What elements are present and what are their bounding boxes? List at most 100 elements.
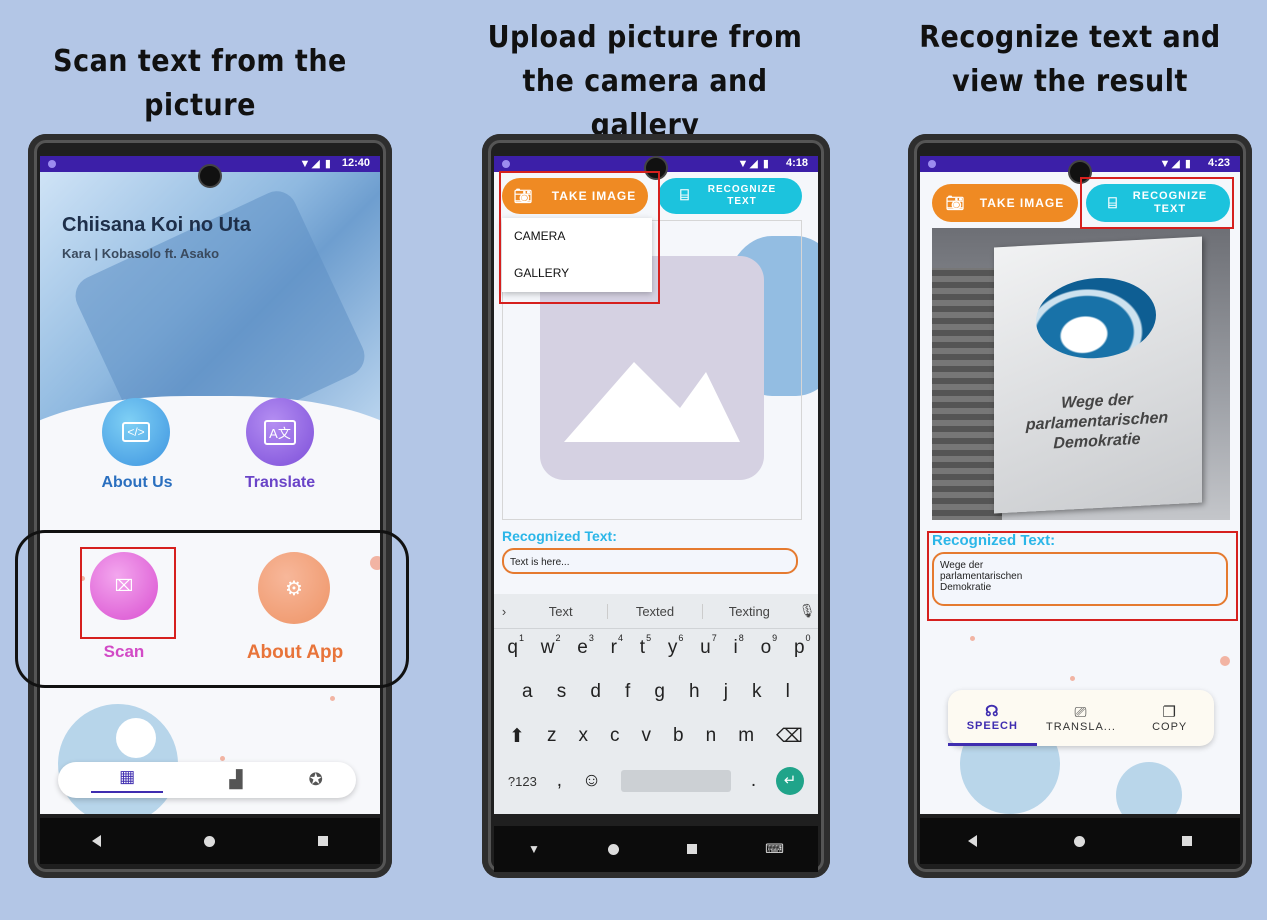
suggestion-2[interactable]: Texted <box>608 603 703 619</box>
result-screen: ▼◢ ▮ 4:23 📷︎ TAKE IMAGE ⌸ RECOGNIZE TEXT… <box>920 156 1240 814</box>
scan-frame-icon: ⌸ <box>679 187 690 204</box>
key[interactable]: a <box>522 681 533 715</box>
tower-background <box>932 268 1002 520</box>
recents-icon[interactable] <box>687 844 698 854</box>
translate-icon: A文 <box>264 419 296 445</box>
key[interactable]: k <box>752 681 762 715</box>
emoji-icon[interactable]: ☺ <box>582 770 601 792</box>
badge-icon[interactable]: ✪ <box>309 770 323 790</box>
home-icon[interactable] <box>608 843 619 855</box>
key-row-3: ⬆ z x c v b n m ⌫ <box>494 715 818 759</box>
translate-label[interactable]: Translate <box>230 474 330 492</box>
shift-icon[interactable]: ⬆ <box>509 725 525 759</box>
home-screen: ▼◢ ▮ 12:40 Chiisana Koi no Uta Kara | Ko… <box>40 156 380 814</box>
backspace-icon[interactable]: ⌫ <box>776 725 803 759</box>
period-key[interactable]: . <box>751 770 756 792</box>
blue-circle-decor <box>1116 762 1182 814</box>
space-bar[interactable] <box>621 770 732 792</box>
home-icon[interactable] <box>203 835 215 847</box>
tab-copy[interactable]: ❐ COPY <box>1125 690 1214 746</box>
back-icon[interactable] <box>968 835 978 847</box>
action-tab-bar: ☊ SPEECH ⎚ TRANSLA... ❐ COPY <box>948 690 1214 746</box>
translate-icon: ⎚ <box>1074 703 1088 721</box>
key[interactable]: 3e <box>577 633 594 671</box>
about-us-label[interactable]: About Us <box>90 474 184 492</box>
key[interactable]: 9o <box>761 633 778 671</box>
front-camera <box>198 164 222 188</box>
mic-icon[interactable]: 🎙︎ <box>796 603 818 619</box>
android-nav-bar <box>40 818 380 864</box>
collapse-keyboard-icon[interactable]: ▼ <box>528 842 540 856</box>
suggestion-strip: › Text Texted Texting 🎙︎ <box>494 594 818 629</box>
sign-board: Wege der parlamentarischen Demokratie <box>994 236 1202 514</box>
phone-home-screen: ▼◢ ▮ 12:40 Chiisana Koi no Uta Kara | Ko… <box>28 134 392 878</box>
key[interactable]: x <box>578 725 588 759</box>
key[interactable]: 1q <box>507 633 524 671</box>
recognized-text-label: Recognized Text: <box>502 528 617 544</box>
enter-icon[interactable]: ↵ <box>776 767 805 795</box>
key[interactable]: z <box>547 725 557 759</box>
expand-icon[interactable]: › <box>494 604 514 619</box>
recognized-result-highlight-box <box>927 531 1238 621</box>
key[interactable]: d <box>590 681 601 715</box>
caption-left: Scan text from the picture <box>53 44 347 123</box>
suggestion-1[interactable]: Text <box>514 603 609 619</box>
key[interactable]: b <box>673 725 684 759</box>
key[interactable]: v <box>641 725 651 759</box>
comma-key[interactable]: , <box>557 770 562 792</box>
recognize-text-highlight-box <box>1080 177 1234 229</box>
recognize-text-button[interactable]: ⌸ RECOGNIZE TEXT <box>658 178 802 214</box>
sign-text: Wege der parlamentarischen Demokratie <box>1025 391 1169 453</box>
key[interactable]: g <box>654 681 665 715</box>
android-nav-bar: ▼ ⌨ <box>494 826 818 872</box>
take-image-highlight-box <box>499 171 660 304</box>
caption-middle: Upload picture from the camera and galle… <box>487 20 803 143</box>
code-icon: </> <box>122 422 150 442</box>
key[interactable]: s <box>557 681 567 715</box>
key[interactable]: 5t <box>640 633 651 671</box>
key[interactable]: h <box>689 681 700 715</box>
scan-highlight-box <box>80 547 176 639</box>
home-icon[interactable] <box>1073 835 1085 847</box>
white-blob <box>40 396 380 536</box>
scan-row-highlight <box>15 530 409 688</box>
white-circle-decor <box>116 718 156 758</box>
calendar-icon[interactable]: ▦ <box>91 767 164 793</box>
key[interactable]: 4r <box>611 633 623 671</box>
key-row-1: 1q 2w 3e 4r 5t 6y 7u 8i 9o 0p <box>494 629 818 671</box>
phone-result-screen: ▼◢ ▮ 4:23 📷︎ TAKE IMAGE ⌸ RECOGNIZE TEXT… <box>908 134 1252 878</box>
sign-logo <box>1036 274 1156 362</box>
chart-icon[interactable]: ▟ <box>229 770 242 790</box>
key[interactable]: 0p <box>794 633 811 671</box>
tab-speech[interactable]: ☊ SPEECH <box>948 690 1037 746</box>
soft-keyboard: › Text Texted Texting 🎙︎ 1q 2w 3e 4r 5t … <box>494 594 818 814</box>
song-title: Chiisana Koi no Uta <box>62 214 251 236</box>
key[interactable]: m <box>738 725 754 759</box>
take-image-button[interactable]: 📷︎ TAKE IMAGE <box>932 184 1078 222</box>
keyboard-icon[interactable]: ⌨ <box>765 841 784 857</box>
caption-right: Recognize text and view the result <box>919 20 1221 99</box>
recognized-text-field[interactable]: Text is here... <box>502 548 798 574</box>
about-us-button[interactable]: </> <box>102 398 170 466</box>
key[interactable]: j <box>724 681 728 715</box>
key-row-2: a s d f g h j k l <box>494 671 818 715</box>
key[interactable]: n <box>706 725 717 759</box>
numbers-key[interactable]: ?123 <box>508 774 537 789</box>
recents-icon[interactable] <box>318 836 329 846</box>
key[interactable]: 8i <box>734 633 744 671</box>
key[interactable]: 7u <box>700 633 717 671</box>
key[interactable]: 6y <box>668 633 684 671</box>
tab-translate[interactable]: ⎚ TRANSLA... <box>1037 690 1126 746</box>
translate-button[interactable]: A文 <box>246 398 314 466</box>
key[interactable]: l <box>786 681 790 715</box>
bottom-tab-bar: ▦ ▟ ✪ <box>58 762 356 798</box>
key[interactable]: f <box>625 681 630 715</box>
key[interactable]: c <box>610 725 620 759</box>
key-row-4: ?123 , ☺ . ↵ <box>494 759 818 795</box>
back-icon[interactable] <box>91 835 101 847</box>
android-nav-bar <box>920 818 1240 864</box>
song-artist: Kara | Kobasolo ft. Asako <box>62 246 220 261</box>
suggestion-3[interactable]: Texting <box>703 604 796 619</box>
recents-icon[interactable] <box>1181 836 1192 846</box>
key[interactable]: 2w <box>541 633 561 671</box>
